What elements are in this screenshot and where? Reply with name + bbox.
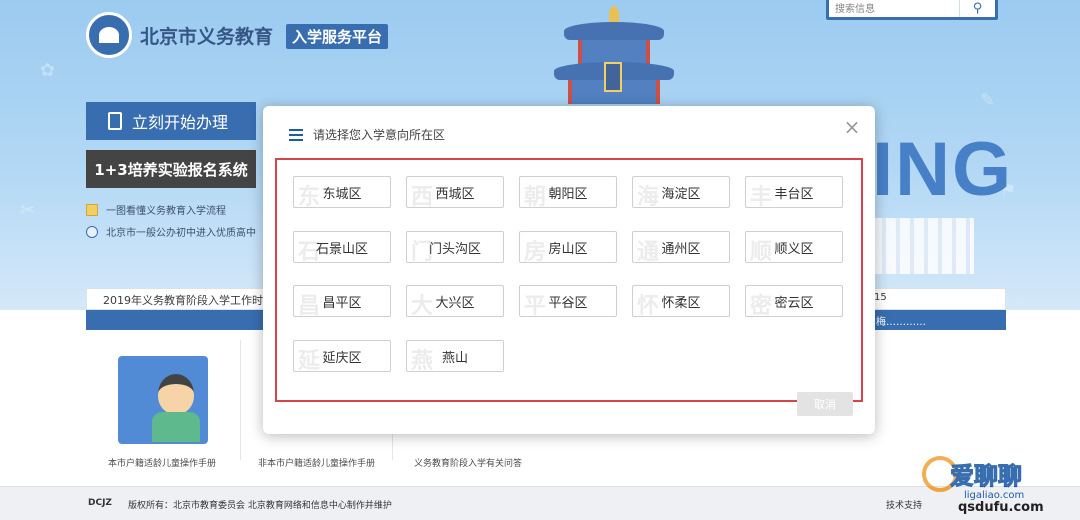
- dialog-title: 请选择您入学意向所在区: [313, 128, 446, 142]
- district-watermark-char: 怀: [637, 294, 660, 317]
- district-button[interactable]: 房房山区: [519, 231, 617, 263]
- district-button[interactable]: 石石景山区: [293, 231, 391, 263]
- district-label: 密云区: [774, 295, 814, 311]
- district-button[interactable]: 朝朝阳区: [519, 176, 617, 208]
- district-watermark-char: 东: [298, 185, 321, 208]
- district-button[interactable]: 海海淀区: [632, 176, 730, 208]
- footer-copyright: 版权所有：北京市教育委员会 北京教育网络和信息中心制作并维护: [128, 501, 392, 511]
- district-watermark-char: 朝: [524, 185, 547, 208]
- district-label: 房山区: [548, 241, 588, 257]
- district-button[interactable]: 平平谷区: [519, 285, 617, 317]
- district-watermark-char: 顺: [750, 240, 773, 263]
- district-label: 通州区: [661, 241, 701, 257]
- district-watermark-char: 平: [524, 294, 547, 317]
- watermark-url-secondary: qsdufu.com: [958, 500, 1044, 515]
- district-label: 石景山区: [315, 241, 368, 257]
- district-watermark-char: 延: [298, 349, 321, 372]
- district-button[interactable]: 燕燕山: [406, 340, 504, 372]
- district-watermark-char: 丰: [750, 185, 773, 208]
- district-button[interactable]: 怀怀柔区: [632, 285, 730, 317]
- district-button[interactable]: 顺顺义区: [745, 231, 843, 263]
- district-label: 怀柔区: [661, 295, 701, 311]
- district-watermark-char: 密: [750, 294, 773, 317]
- district-button[interactable]: 密密云区: [745, 285, 843, 317]
- district-select-dialog: 请选择您入学意向所在区 × 东东城区西西城区朝朝阳区海海淀区丰丰台区石石景山区门…: [263, 106, 875, 434]
- district-watermark-char: 海: [637, 185, 660, 208]
- footer-support: 技术支持: [886, 501, 923, 511]
- district-label: 昌平区: [322, 295, 362, 311]
- district-button[interactable]: 丰丰台区: [745, 176, 843, 208]
- district-label: 大兴区: [435, 295, 475, 311]
- district-watermark-char: 燕: [411, 349, 434, 372]
- district-watermark-char: 房: [524, 240, 547, 263]
- district-button[interactable]: 东东城区: [293, 176, 391, 208]
- dialog-header: 请选择您入学意向所在区: [289, 126, 445, 143]
- district-label: 丰台区: [774, 186, 814, 202]
- district-label: 东城区: [322, 186, 362, 202]
- close-icon[interactable]: ×: [843, 117, 861, 137]
- district-button[interactable]: 延延庆区: [293, 340, 391, 372]
- district-label: 海淀区: [661, 186, 701, 202]
- district-label: 燕山: [441, 350, 468, 366]
- district-watermark-char: 大: [411, 294, 434, 317]
- district-selection-frame: 东东城区西西城区朝朝阳区海海淀区丰丰台区石石景山区门门头沟区房房山区通通州区顺顺…: [275, 158, 863, 402]
- district-label: 延庆区: [322, 350, 362, 366]
- district-label: 门头沟区: [428, 241, 481, 257]
- district-label: 西城区: [435, 186, 475, 202]
- footer-logo: DCJZ: [88, 498, 112, 508]
- district-button[interactable]: 门门头沟区: [406, 231, 504, 263]
- cancel-button[interactable]: 取消: [797, 392, 853, 416]
- district-button[interactable]: 西西城区: [406, 176, 504, 208]
- district-label: 朝阳区: [548, 186, 588, 202]
- district-button[interactable]: 通通州区: [632, 231, 730, 263]
- district-watermark-char: 昌: [298, 294, 321, 317]
- district-button[interactable]: 昌昌平区: [293, 285, 391, 317]
- district-button[interactable]: 大大兴区: [406, 285, 504, 317]
- district-watermark-char: 西: [411, 185, 434, 208]
- district-watermark-char: 通: [637, 240, 660, 263]
- list-icon: [289, 128, 303, 141]
- district-label: 平谷区: [548, 295, 588, 311]
- district-label: 顺义区: [774, 241, 814, 257]
